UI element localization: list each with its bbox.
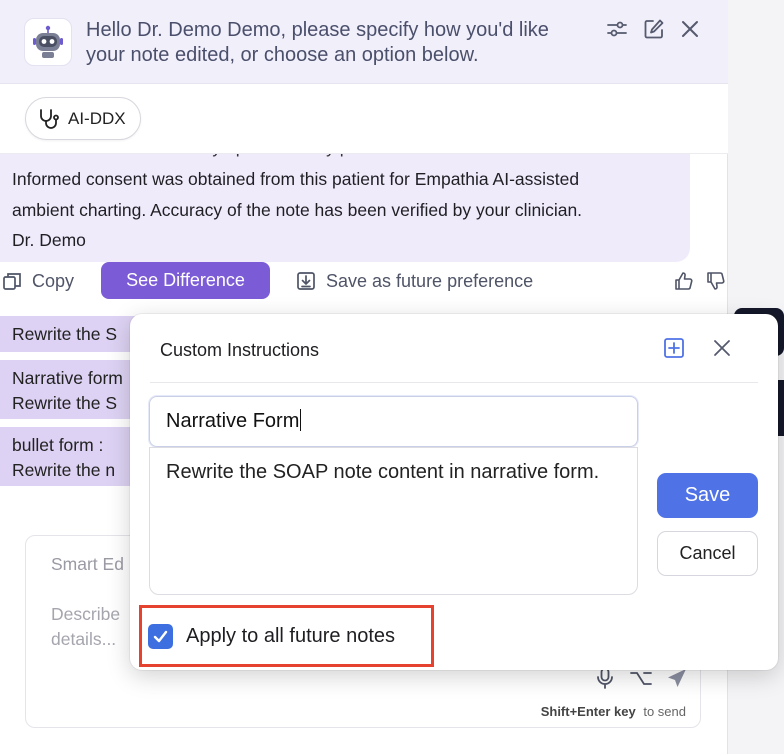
ai-ddx-chip[interactable]: AI-DDX xyxy=(25,97,141,140)
close-icon[interactable] xyxy=(710,336,734,360)
save-button[interactable]: Save xyxy=(657,473,758,518)
message-line: Dr. Demo xyxy=(12,230,86,250)
instruction-name-value: Narrative Form xyxy=(166,410,300,432)
message-line: Informed consent was obtained from this … xyxy=(12,169,580,189)
apply-future-notes-option[interactable]: Apply to all future notes xyxy=(148,624,395,649)
save-preference-label: Save as future preference xyxy=(326,270,534,291)
instruction-textarea[interactable]: Rewrite the SOAP note content in narrati… xyxy=(149,447,638,595)
checkmark-icon xyxy=(153,630,168,643)
input-placeholder: Describe details... xyxy=(51,604,121,649)
settings-sliders-icon[interactable] xyxy=(606,18,628,40)
message-line: - Further evaluate mood symptoms if they… xyxy=(12,154,396,163)
add-icon[interactable] xyxy=(662,336,686,360)
input-title: Smart Ed xyxy=(51,554,124,574)
suggestion-item[interactable]: bullet form : Rewrite the n xyxy=(0,427,145,486)
quick-actions-bar: AI-DDX xyxy=(0,84,728,154)
stethoscope-icon xyxy=(40,108,59,129)
modal-divider xyxy=(150,382,758,383)
edit-icon[interactable] xyxy=(643,18,665,40)
apply-label: Apply to all future notes xyxy=(186,625,396,647)
bot-avatar xyxy=(24,18,72,66)
modal-title: Custom Instructions xyxy=(160,340,320,360)
message-line: ambient charting. Accuracy of the note h… xyxy=(12,199,583,220)
download-icon xyxy=(297,272,315,290)
copy-button[interactable]: Copy xyxy=(2,262,74,300)
text-caret xyxy=(300,409,302,431)
suggestion-item[interactable]: Narrative form Rewrite the S xyxy=(0,360,145,419)
message-actions: Copy See Difference Save as future prefe… xyxy=(0,262,728,302)
note-message: - Further evaluate mood symptoms if they… xyxy=(0,154,690,262)
thumbs-down-icon[interactable] xyxy=(704,269,728,293)
hint-key: Shift+Enter key xyxy=(540,704,636,719)
chip-label: AI-DDX xyxy=(68,108,126,128)
robot-icon xyxy=(33,25,63,58)
send-hint: Shift+Enter key to send xyxy=(541,704,686,719)
suggestion-line: Rewrite the S xyxy=(12,324,118,344)
cancel-button[interactable]: Cancel xyxy=(657,531,758,576)
suggestion-line: Narrative form xyxy=(12,368,123,388)
close-icon[interactable] xyxy=(679,18,701,40)
hint-text: to send xyxy=(643,704,686,719)
apply-checkbox[interactable] xyxy=(148,624,173,649)
suggestion-line: bullet form : xyxy=(12,435,104,455)
suggestion-item[interactable]: Rewrite the S xyxy=(0,316,145,352)
instruction-name-input[interactable]: Narrative Form xyxy=(149,396,638,447)
greeting-text: Hello Dr. Demo Demo, please specify how … xyxy=(86,19,549,66)
save-preference-button[interactable]: Save as future preference xyxy=(296,262,533,300)
panel-header: Hello Dr. Demo Demo, please specify how … xyxy=(0,0,728,84)
copy-label: Copy xyxy=(32,270,75,291)
see-difference-button[interactable]: See Difference xyxy=(101,262,270,299)
suggestion-line: Rewrite the n xyxy=(12,460,116,480)
copy-icon xyxy=(3,273,21,290)
suggestion-line: Rewrite the S xyxy=(12,393,118,413)
thumbs-up-icon[interactable] xyxy=(672,269,696,293)
